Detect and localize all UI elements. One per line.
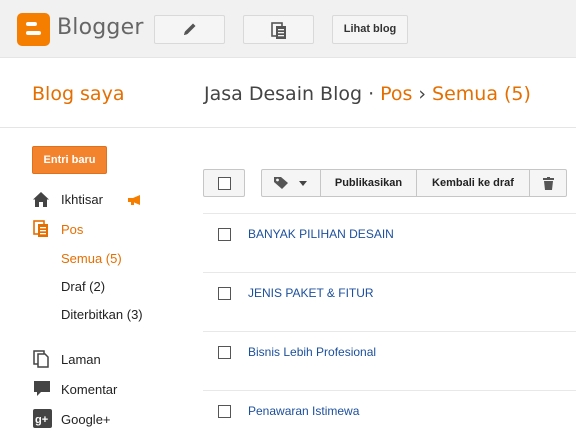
- sidebar-item-posts[interactable]: Pos: [61, 222, 83, 237]
- revert-to-draft-button[interactable]: Kembali ke draf: [417, 170, 530, 196]
- post-row-checkbox[interactable]: [218, 405, 231, 418]
- posts-list-button[interactable]: [243, 15, 314, 44]
- my-blogs-link[interactable]: Blog saya: [32, 83, 124, 105]
- new-post-pencil-button[interactable]: [154, 15, 225, 44]
- chevron-down-icon: [299, 181, 307, 186]
- breadcrumb: Jasa Desain Blog · Pos › Semua (5): [204, 83, 531, 105]
- brand-name[interactable]: Blogger: [57, 15, 144, 40]
- post-title-link[interactable]: Bisnis Lebih Profesional: [248, 345, 376, 359]
- list-divider: [203, 390, 576, 391]
- list-divider: [203, 331, 576, 332]
- trash-icon: [543, 177, 554, 190]
- post-row-checkbox[interactable]: [218, 346, 231, 359]
- post-title-link[interactable]: Penawaran Istimewa: [248, 404, 359, 418]
- post-row-checkbox[interactable]: [218, 228, 231, 241]
- sidebar-item-drafts[interactable]: Draf (2): [61, 279, 105, 294]
- copy-pages-icon: [271, 22, 286, 39]
- select-all-checkbox[interactable]: [218, 177, 231, 190]
- breadcrumb-arrow: ›: [418, 83, 427, 105]
- home-icon: [33, 192, 49, 207]
- post-title-link[interactable]: BANYAK PILIHAN DESAIN: [248, 227, 394, 241]
- label-dropdown-button[interactable]: [262, 170, 321, 196]
- sidebar-item-pages[interactable]: Laman: [61, 352, 101, 367]
- delete-button[interactable]: [530, 170, 567, 196]
- breadcrumb-separator: ·: [368, 83, 375, 105]
- view-blog-button[interactable]: Lihat blog: [332, 15, 408, 44]
- top-bar: Blogger Lihat blog: [0, 0, 576, 58]
- post-actions-toolbar: Publikasikan Kembali ke draf: [261, 169, 567, 197]
- post-row-checkbox[interactable]: [218, 287, 231, 300]
- select-all-checkbox-button[interactable]: [203, 169, 245, 197]
- sidebar-item-published[interactable]: Diterbitkan (3): [61, 307, 143, 322]
- svg-text:g+: g+: [35, 414, 48, 426]
- sidebar-item-google-plus[interactable]: Google+: [61, 412, 111, 427]
- google-plus-icon: g+: [33, 409, 52, 428]
- sidebar-item-overview[interactable]: Ikhtisar: [61, 192, 103, 207]
- sidebar-item-all-posts[interactable]: Semua (5): [61, 251, 122, 266]
- header-divider: [0, 127, 576, 128]
- page-icon: [33, 350, 49, 368]
- pencil-icon: [184, 23, 196, 35]
- blogger-logo-icon[interactable]: [17, 13, 50, 46]
- list-divider: [203, 272, 576, 273]
- announcement-megaphone-icon[interactable]: [127, 194, 144, 206]
- posts-icon: [33, 220, 48, 237]
- list-divider: [203, 213, 576, 214]
- blog-name[interactable]: Jasa Desain Blog: [204, 83, 362, 105]
- breadcrumb-filter[interactable]: Semua (5): [432, 83, 531, 105]
- comment-icon: [34, 381, 50, 396]
- breadcrumb-posts[interactable]: Pos: [380, 83, 412, 105]
- post-title-link[interactable]: JENIS PAKET & FITUR: [248, 286, 374, 300]
- new-post-button[interactable]: Entri baru: [32, 146, 107, 174]
- sidebar-item-comments[interactable]: Komentar: [61, 382, 117, 397]
- publish-button[interactable]: Publikasikan: [321, 170, 417, 196]
- label-tag-icon: [274, 177, 288, 189]
